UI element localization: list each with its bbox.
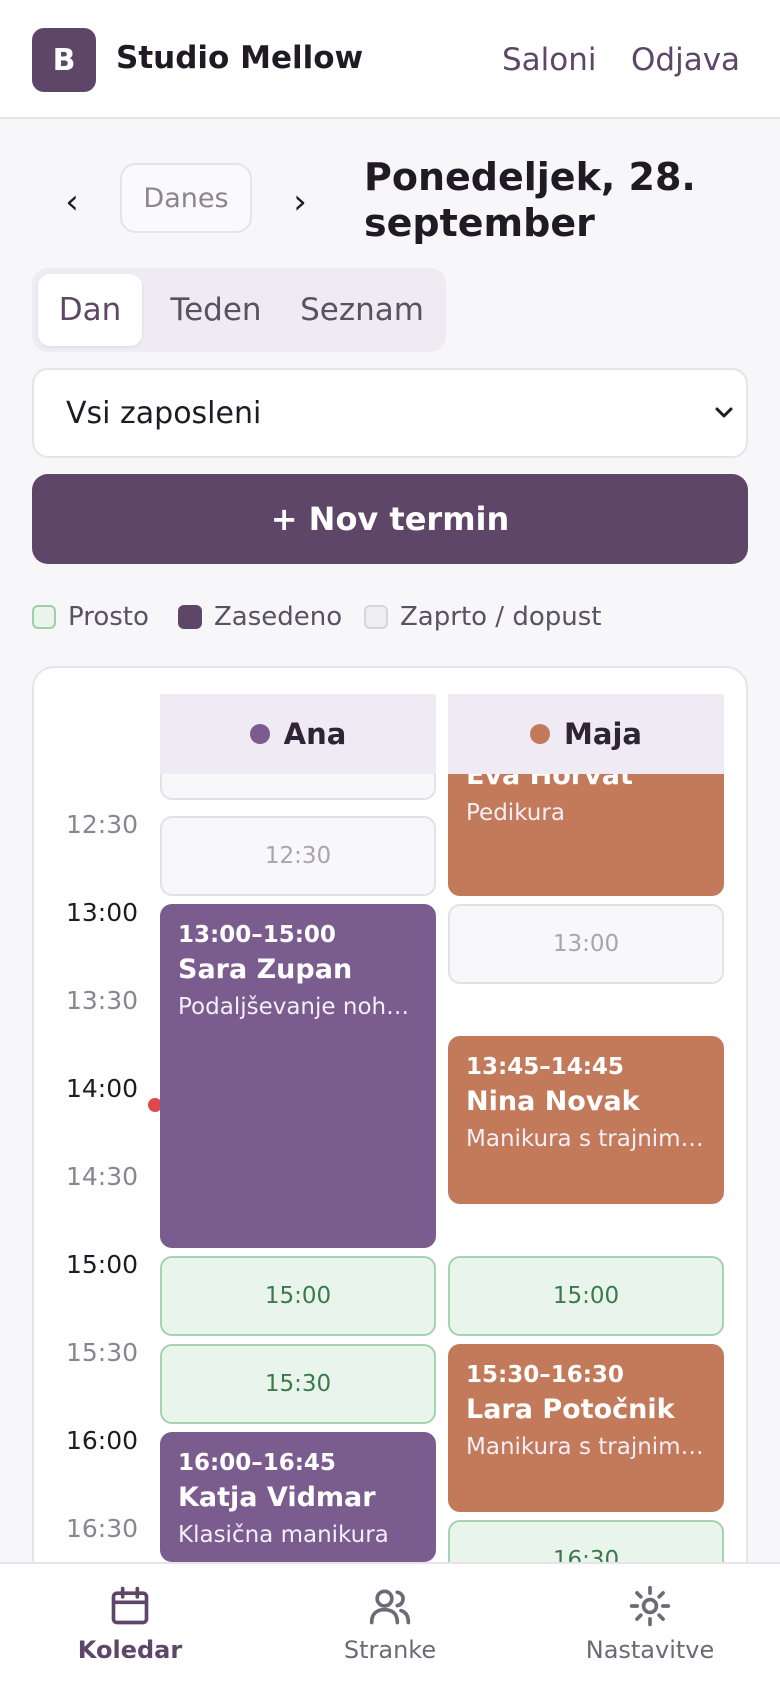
time-label: 15:30 xyxy=(66,1338,139,1367)
brand-name: Studio Mellow xyxy=(116,40,364,76)
staff-select[interactable]: Vsi zaposleni xyxy=(32,368,748,458)
appointment-time: 13:00–15:00 xyxy=(178,922,336,948)
users-icon xyxy=(369,1589,411,1625)
next-day-button[interactable]: › xyxy=(280,182,320,222)
appointment-time: 13:45–14:45 xyxy=(466,1054,624,1080)
legend-free: Prosto xyxy=(32,602,149,632)
staff-color-dot xyxy=(249,724,270,744)
appointment-time: 15:30–16:30 xyxy=(466,1362,624,1388)
previous-day-button[interactable]: ‹ xyxy=(52,182,92,222)
appointment-card[interactable]: 16:00–16:45 Katja Vidmar Klasična maniku… xyxy=(160,1432,436,1562)
today-button[interactable]: Danes xyxy=(120,163,252,233)
bottom-navigation: Koledar Stranke Nastavitve xyxy=(0,1562,780,1688)
nav-link-saloni[interactable]: Saloni xyxy=(502,42,597,78)
time-label: 13:30 xyxy=(66,986,139,1015)
column-header-maja: Maja xyxy=(448,694,724,774)
appointment-client: Sara Zupan xyxy=(178,954,353,985)
appointment-client: Katja Vidmar xyxy=(178,1482,376,1513)
appointment-client: Lara Potočnik xyxy=(466,1394,675,1425)
legend-closed-label: Zaprto / dopust xyxy=(400,602,602,632)
legend-busy-swatch xyxy=(178,605,202,629)
time-label: 12:30 xyxy=(66,810,139,839)
legend-busy: Zasedeno xyxy=(178,602,342,632)
free-slot[interactable]: 15:30 xyxy=(160,1344,436,1424)
legend-free-label: Prosto xyxy=(68,602,149,632)
legend-busy-label: Zasedeno xyxy=(214,602,343,632)
appointment-client: Nina Novak xyxy=(466,1086,640,1117)
view-tabs: Dan Teden Seznam xyxy=(32,268,446,352)
legend-free-swatch xyxy=(32,605,56,629)
staff-color-dot xyxy=(530,724,551,744)
column-header-label: Maja xyxy=(564,717,642,751)
tab-teden[interactable]: Teden xyxy=(156,274,276,346)
time-label: 15:00 xyxy=(66,1250,139,1279)
column-header-label: Ana xyxy=(283,717,347,751)
time-label: 16:00 xyxy=(66,1426,139,1455)
date-title: Ponedeljek, 28. september xyxy=(364,155,696,245)
appointment-card[interactable]: 13:45–14:45 Nina Novak Manikura s trajni… xyxy=(448,1036,724,1204)
appointment-service: Pedikura xyxy=(466,800,565,826)
appointment-service: Manikura s trajnim l... xyxy=(466,1434,706,1460)
bottom-nav-nastavitve[interactable]: Nastavitve xyxy=(550,1584,750,1664)
nav-link-odjava[interactable]: Odjava xyxy=(631,42,740,78)
empty-slot[interactable]: 13:00 xyxy=(448,904,724,984)
bottom-nav-label: Stranke xyxy=(343,1636,437,1664)
appointment-service: Manikura s trajnim l... xyxy=(466,1126,706,1152)
appointment-time: 16:00–16:45 xyxy=(178,1450,336,1476)
bottom-nav-stranke[interactable]: Stranke xyxy=(290,1584,490,1664)
time-label: 16:30 xyxy=(66,1514,139,1543)
brand-logo[interactable]: B xyxy=(32,28,96,92)
calendar-icon xyxy=(111,1586,149,1625)
free-slot[interactable]: 15:00 xyxy=(448,1256,724,1336)
settings-icon xyxy=(629,1585,671,1627)
legend-closed: Zaprto / dopust xyxy=(364,602,601,632)
legend-closed-swatch xyxy=(364,605,388,629)
free-slot[interactable]: 15:00 xyxy=(160,1256,436,1336)
time-label: 14:30 xyxy=(66,1162,139,1191)
appointment-service: Podaljševanje nohtov xyxy=(178,994,418,1020)
day-calendar[interactable]: Ana Maja 12:30 13:00 13:30 14:00 14:30 1… xyxy=(32,666,748,1688)
appointment-service: Klasična manikura xyxy=(178,1522,389,1548)
staff-select-value: Vsi zaposleni xyxy=(66,396,262,431)
appointment-card[interactable]: 13:00–15:00 Sara Zupan Podaljševanje noh… xyxy=(160,904,436,1248)
column-header-ana: Ana xyxy=(160,694,436,774)
bottom-nav-label: Koledar xyxy=(77,1636,183,1664)
empty-slot[interactable]: 12:30 xyxy=(160,816,436,896)
top-bar: B Studio Mellow Saloni Odjava xyxy=(0,0,780,119)
tab-seznam[interactable]: Seznam xyxy=(294,274,430,346)
chevron-down-icon xyxy=(715,407,733,418)
bottom-nav-koledar[interactable]: Koledar xyxy=(30,1584,230,1664)
appointment-card[interactable]: 15:30–16:30 Lara Potočnik Manikura s tra… xyxy=(448,1344,724,1512)
tab-dan[interactable]: Dan xyxy=(38,274,142,346)
bottom-nav-label: Nastavitve xyxy=(585,1636,715,1664)
new-appointment-button[interactable]: + Nov termin xyxy=(32,474,748,564)
time-label: 13:00 xyxy=(66,898,139,927)
